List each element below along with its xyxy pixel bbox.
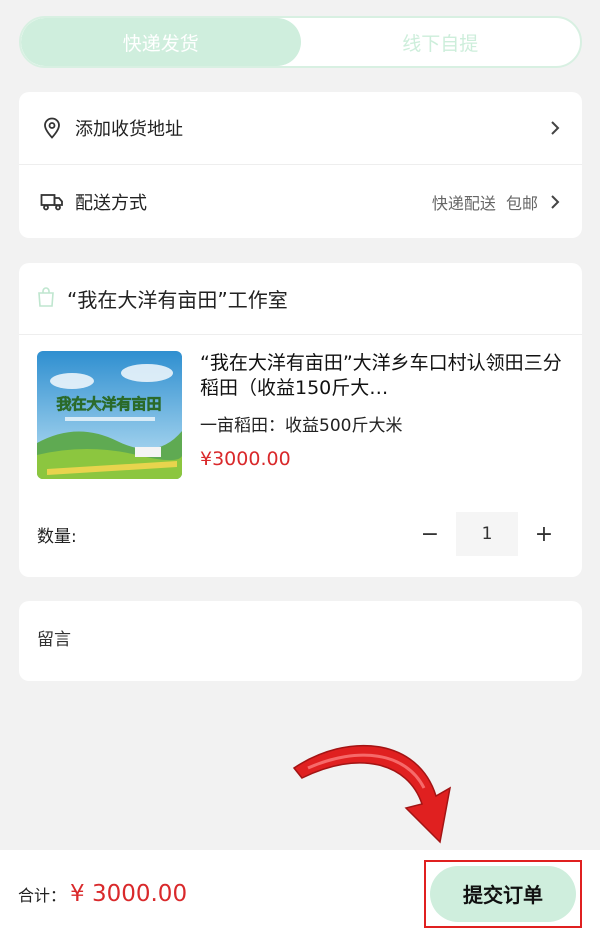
- product-thumbnail-text: 我在大洋有亩田: [56, 395, 161, 413]
- add-address-label: 添加收货地址: [75, 119, 183, 140]
- quantity-stepper: − 1 +: [410, 512, 564, 556]
- total-label: 合计：: [18, 885, 67, 905]
- delivery-method-row[interactable]: 配送方式 快递配送 包邮: [19, 165, 582, 238]
- truck-icon: [39, 189, 65, 215]
- chevron-right-icon: [548, 121, 562, 135]
- quantity-input[interactable]: 1: [456, 512, 518, 556]
- location-pin-icon: [39, 115, 65, 141]
- shop-header: “我在大洋有亩田”工作室: [19, 263, 582, 335]
- add-address-row[interactable]: 添加收货地址: [19, 92, 582, 165]
- product-spec: 一亩稻田：收益500斤大米: [200, 416, 403, 436]
- submit-highlight-box: 提交订单: [424, 859, 582, 928]
- delivery-method-value: 快递配送 包邮: [431, 193, 538, 213]
- increase-quantity-button[interactable]: +: [524, 522, 564, 547]
- delivery-mode-tabs: 快递发货 线下自提: [19, 16, 582, 68]
- product-title: “我在大洋有亩田”大洋乡车口村认领田三分稻田（收益150斤大…: [200, 352, 562, 399]
- delivery-method-label: 配送方式: [75, 192, 147, 214]
- memo-field[interactable]: 留言: [19, 601, 582, 674]
- checkout-bar: 合计： ¥ 3000.00 提交订单: [0, 850, 600, 937]
- memo-card[interactable]: 留言: [19, 601, 582, 681]
- quantity-label: 数量:: [37, 526, 77, 547]
- product-item[interactable]: 我在大洋有亩田 “我在大洋有亩田”大洋乡车口村认领田三分稻田（收益150斤大… …: [19, 335, 582, 479]
- total-amount: ¥ 3000.00: [70, 880, 188, 907]
- shipping-card: 添加收货地址 配送方式 快递配送 包邮: [19, 92, 582, 238]
- tab-self-pickup[interactable]: 线下自提: [301, 18, 581, 66]
- product-info: “我在大洋有亩田”大洋乡车口村认领田三分稻田（收益150斤大… 一亩稻田：收益5…: [200, 351, 564, 479]
- red-arrow-annotation: [292, 744, 452, 844]
- product-thumbnail[interactable]: 我在大洋有亩田: [37, 351, 182, 479]
- shopping-bag-icon: [37, 286, 55, 312]
- submit-order-button[interactable]: 提交订单: [430, 865, 576, 922]
- order-item-card: “我在大洋有亩田”工作室 我在大洋有亩田 “我在大洋有亩田”大洋乡车口村认领田三…: [19, 263, 582, 577]
- shop-name: “我在大洋有亩田”工作室: [67, 288, 288, 312]
- decrease-quantity-button[interactable]: −: [410, 522, 450, 547]
- tab-express[interactable]: 快递发货: [21, 18, 301, 66]
- chevron-right-icon: [548, 194, 562, 209]
- product-price: ¥3000.00: [200, 448, 291, 470]
- quantity-row: 数量: − 1 +: [19, 499, 582, 569]
